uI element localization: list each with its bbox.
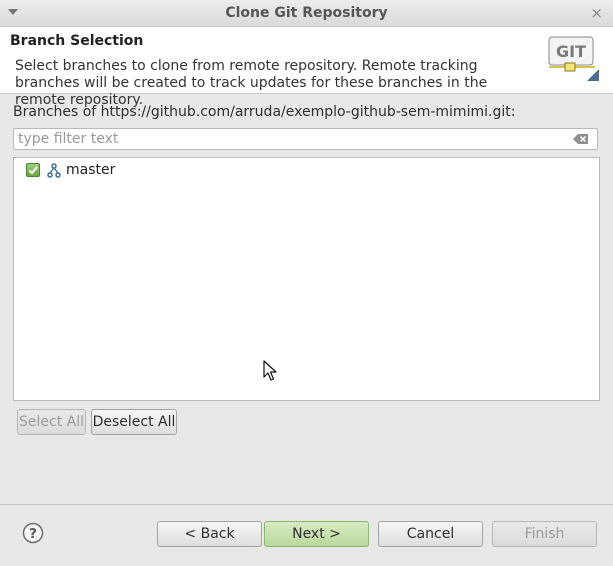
close-icon[interactable]: × [590,4,603,22]
page-description: Select branches to clone from remote rep… [15,58,488,108]
branch-tree[interactable]: master [13,157,600,401]
window-title: Clone Git Repository [225,5,388,21]
title-bar[interactable]: Clone Git Repository × [0,0,613,27]
page-title: Branch Selection [10,33,144,49]
svg-text:?: ? [29,527,37,542]
filter-input[interactable] [18,130,568,148]
footer-separator [0,504,613,505]
branch-label: master [66,162,116,178]
dialog-window: Clone Git Repository × Branch Selection … [0,0,613,566]
finish-button[interactable]: Finish [492,521,597,547]
back-button[interactable]: < Back [157,521,262,547]
next-button[interactable]: Next > [264,521,369,547]
git-logo-text: GIT [556,42,586,61]
deselect-all-button[interactable]: Deselect All [91,409,177,435]
cancel-button[interactable]: Cancel [378,521,483,547]
wizard-header: Branch Selection Select branches to clon… [0,27,613,108]
branch-checkbox[interactable] [26,163,40,177]
help-icon[interactable]: ? [22,522,44,544]
branch-icon [47,163,61,178]
clear-filter-icon[interactable] [573,133,589,145]
select-all-button[interactable]: Select All [17,409,86,435]
filter-box[interactable] [13,128,598,150]
git-logo-icon: GIT [548,36,599,81]
branches-label: Branches of https://github.com/arruda/ex… [13,104,516,120]
checkmark-icon [28,166,38,175]
